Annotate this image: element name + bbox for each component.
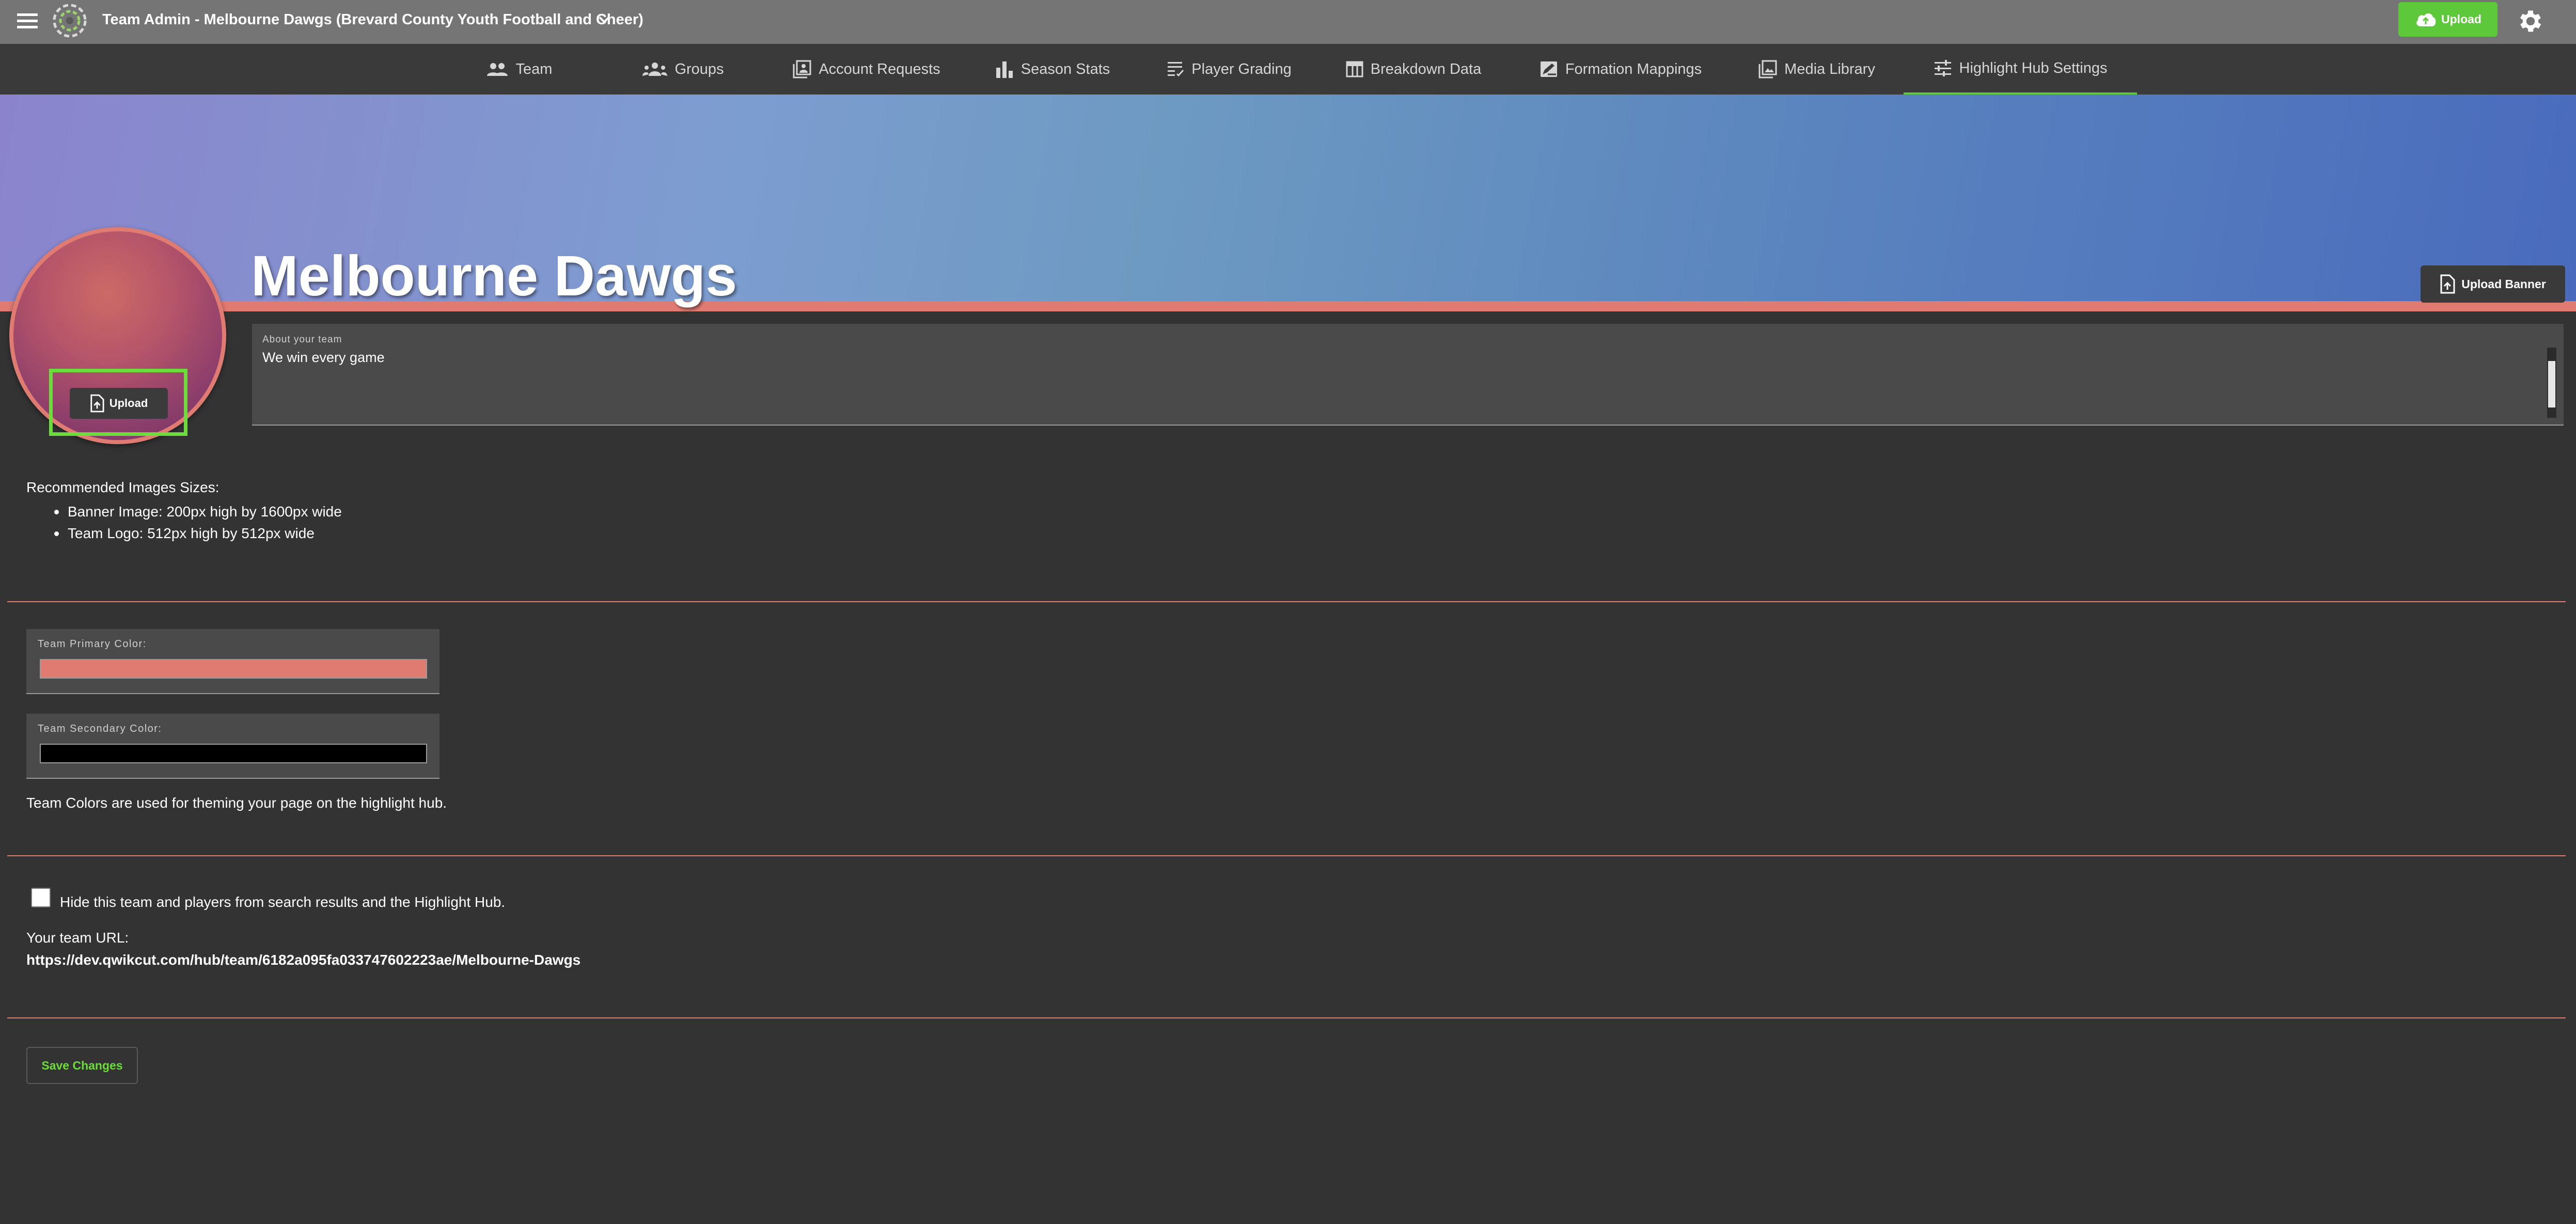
recommended-sizes-title: Recommended Images Sizes: [26, 479, 219, 495]
tab-groups[interactable]: Groups [640, 44, 726, 95]
top-app-bar: Team Admin - Melbourne Dawgs (Brevard Co… [0, 0, 2576, 44]
tab-player-grading[interactable]: Player Grading [1162, 44, 1296, 95]
secondary-color-swatch[interactable] [40, 744, 427, 763]
about-team-textarea[interactable]: About your team We win every game [252, 324, 2564, 426]
tab-season-stats[interactable]: Season Stats [992, 44, 1113, 95]
section-divider [7, 855, 2566, 856]
primary-color-swatch[interactable] [40, 659, 427, 679]
tab-formation-mappings[interactable]: Formation Mappings [1534, 44, 1707, 95]
primary-color-field[interactable]: Team Primary Color: [26, 629, 439, 694]
team-selector-title[interactable]: Team Admin - Melbourne Dawgs (Brevard Co… [102, 9, 643, 30]
section-divider [7, 601, 2566, 602]
about-team-label: About your team [262, 334, 342, 345]
tab-season-stats-label: Season Stats [1020, 60, 1110, 77]
upload-logo-button[interactable]: Upload [70, 388, 168, 419]
cloud-upload-icon [2416, 13, 2436, 26]
draw-icon [1540, 61, 1557, 77]
hide-team-label[interactable]: Hide this team and players from search r… [60, 894, 505, 911]
tab-formation-mappings-label: Formation Mappings [1565, 60, 1702, 77]
upload-banner-button[interactable]: Upload Banner [2421, 265, 2565, 303]
tab-media-library[interactable]: Media Library [1754, 44, 1880, 95]
section-divider [7, 1017, 2566, 1018]
upload-logo-label: Upload [109, 397, 148, 410]
tab-media-library-label: Media Library [1784, 60, 1875, 77]
secondary-color-field[interactable]: Team Secondary Color: [26, 714, 439, 779]
tab-account-requests-label: Account Requests [819, 60, 940, 77]
groups-icon [642, 62, 668, 76]
textarea-scroll-thumb[interactable] [2548, 361, 2555, 407]
secondary-color-label: Team Secondary Color: [38, 723, 162, 734]
list-item: Team Logo: 512px high by 512px wide [54, 523, 342, 544]
team-name-heading: Melbourne Dawgs [251, 244, 737, 308]
tab-account-requests[interactable]: Account Requests [789, 44, 944, 95]
hamburger-menu-icon[interactable] [17, 12, 38, 30]
tab-groups-label: Groups [674, 60, 724, 77]
tune-icon [1934, 60, 1951, 76]
upload-button-label: Upload [2441, 12, 2481, 26]
upload-banner-label: Upload Banner [2461, 277, 2546, 291]
chevron-down-icon[interactable] [595, 10, 614, 29]
admin-tab-bar: Team Groups Account Requests Season Stat… [0, 44, 2576, 96]
about-team-value[interactable]: We win every game [262, 350, 385, 366]
tab-player-grading-label: Player Grading [1191, 60, 1292, 77]
upload-file-icon [90, 394, 104, 413]
tab-breakdown-data[interactable]: Breakdown Data [1343, 44, 1484, 95]
table-icon [1346, 61, 1363, 77]
tab-highlight-hub-settings-label: Highlight Hub Settings [1959, 59, 2108, 76]
tab-highlight-hub-settings[interactable]: Highlight Hub Settings [1904, 44, 2137, 95]
save-changes-button[interactable]: Save Changes [26, 1047, 138, 1084]
recommended-sizes-list: Banner Image: 200px high by 1600px wide … [54, 501, 342, 544]
upload-file-icon [2440, 274, 2455, 294]
hide-team-checkbox[interactable] [31, 888, 51, 907]
grading-icon [1168, 62, 1184, 77]
upload-button[interactable]: Upload [2398, 2, 2498, 37]
qwikcut-logo-icon[interactable] [52, 3, 88, 39]
app-root: Team Admin - Melbourne Dawgs (Brevard Co… [0, 0, 2576, 1224]
people-icon [486, 63, 508, 76]
tab-breakdown-data-label: Breakdown Data [1370, 60, 1482, 77]
photo-library-icon [1758, 60, 1777, 79]
gear-icon[interactable] [2516, 7, 2545, 36]
team-url-label: Your team URL: [26, 930, 129, 946]
account-box-icon [793, 60, 811, 79]
bar-chart-icon [996, 61, 1013, 78]
tab-team-label: Team [515, 60, 553, 77]
team-url-value: https://dev.qwikcut.com/hub/team/6182a09… [26, 952, 581, 968]
tab-team[interactable]: Team [480, 44, 558, 95]
team-colors-note: Team Colors are used for theming your pa… [26, 795, 447, 811]
list-item: Banner Image: 200px high by 1600px wide [54, 501, 342, 523]
primary-color-label: Team Primary Color: [38, 638, 147, 650]
